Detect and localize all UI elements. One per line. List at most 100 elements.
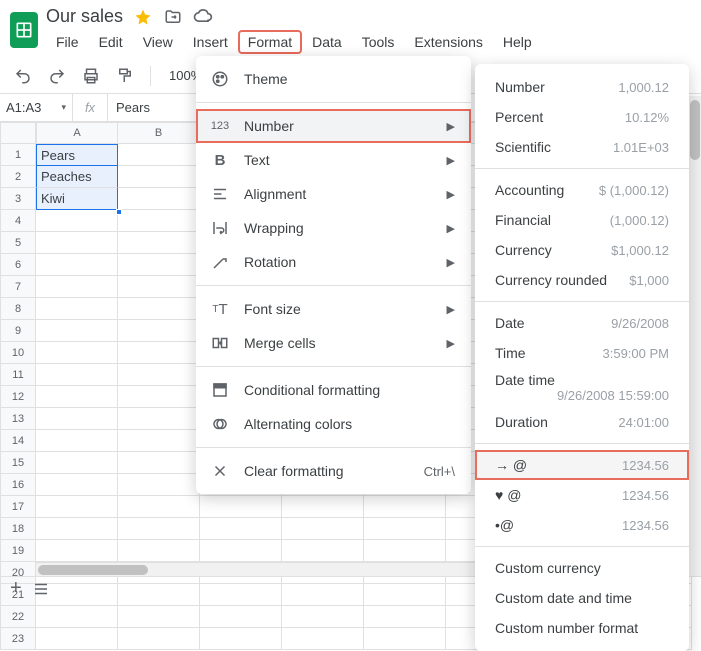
all-sheets-button[interactable] [32, 580, 50, 598]
number-format-financial[interactable]: Financial(1,000.12) [475, 205, 689, 235]
cell[interactable] [200, 518, 282, 540]
cell[interactable] [118, 606, 200, 628]
number-format-number[interactable]: Number1,000.12 [475, 72, 689, 102]
row-header-13[interactable]: 13 [0, 408, 36, 430]
row-header-17[interactable]: 17 [0, 496, 36, 518]
cell[interactable] [200, 606, 282, 628]
cell[interactable] [36, 320, 118, 342]
cell[interactable] [118, 276, 200, 298]
number-format-date-time[interactable]: Date time9/26/2008 15:59:00 [475, 368, 689, 407]
cell[interactable] [118, 342, 200, 364]
cell[interactable] [36, 452, 118, 474]
cell[interactable] [118, 518, 200, 540]
row-header-1[interactable]: 1 [0, 144, 36, 166]
redo-button[interactable] [44, 63, 70, 89]
row-header-14[interactable]: 14 [0, 430, 36, 452]
cell[interactable] [36, 540, 118, 562]
menu-file[interactable]: File [46, 30, 89, 54]
number-format--[interactable]: → @1234.56 [475, 450, 689, 480]
row-header-15[interactable]: 15 [0, 452, 36, 474]
cell[interactable] [118, 364, 200, 386]
cell[interactable] [118, 540, 200, 562]
cell[interactable] [36, 386, 118, 408]
row-header-9[interactable]: 9 [0, 320, 36, 342]
cell[interactable] [118, 188, 200, 210]
cell[interactable] [200, 628, 282, 650]
row-header-7[interactable]: 7 [0, 276, 36, 298]
format-font-size[interactable]: TTFont size▶ [196, 292, 471, 326]
menu-data[interactable]: Data [302, 30, 352, 54]
col-header-A[interactable]: A [36, 122, 118, 144]
cell[interactable] [118, 430, 200, 452]
number-format-accounting[interactable]: Accounting$ (1,000.12) [475, 175, 689, 205]
name-box[interactable]: A1:A3 [0, 100, 72, 115]
cell[interactable] [36, 474, 118, 496]
cell[interactable] [118, 166, 200, 188]
vertical-scrollbar[interactable] [687, 96, 701, 576]
row-header-23[interactable]: 23 [0, 628, 36, 650]
menu-insert[interactable]: Insert [183, 30, 238, 54]
number-format-currency-rounded[interactable]: Currency rounded$1,000 [475, 265, 689, 295]
row-header-5[interactable]: 5 [0, 232, 36, 254]
menu-tools[interactable]: Tools [352, 30, 405, 54]
format-alignment[interactable]: Alignment▶ [196, 177, 471, 211]
cell[interactable] [364, 606, 446, 628]
menu-view[interactable]: View [133, 30, 183, 54]
number-format-duration[interactable]: Duration24:01:00 [475, 407, 689, 437]
star-icon[interactable] [133, 7, 153, 27]
row-header-18[interactable]: 18 [0, 518, 36, 540]
cell[interactable] [36, 210, 118, 232]
cell[interactable] [36, 232, 118, 254]
cell[interactable] [282, 518, 364, 540]
format-merge-cells[interactable]: Merge cells▶ [196, 326, 471, 360]
row-header-3[interactable]: 3 [0, 188, 36, 210]
row-header-16[interactable]: 16 [0, 474, 36, 496]
document-title[interactable]: Our sales [46, 6, 123, 27]
cell[interactable] [36, 518, 118, 540]
cell[interactable] [118, 232, 200, 254]
format-theme[interactable]: Theme [196, 62, 471, 96]
cell[interactable]: Pears [36, 144, 118, 166]
number-format-custom-number-format[interactable]: Custom number format [475, 613, 689, 643]
cell[interactable] [282, 628, 364, 650]
row-header-4[interactable]: 4 [0, 210, 36, 232]
number-format-custom-currency[interactable]: Custom currency [475, 553, 689, 583]
cell[interactable] [364, 496, 446, 518]
undo-button[interactable] [10, 63, 36, 89]
format-number[interactable]: 123Number▶ [196, 109, 471, 143]
cell[interactable] [364, 628, 446, 650]
number-format-custom-date-and-time[interactable]: Custom date and time [475, 583, 689, 613]
format-wrapping[interactable]: Wrapping▶ [196, 211, 471, 245]
number-format-currency[interactable]: Currency$1,000.12 [475, 235, 689, 265]
menu-edit[interactable]: Edit [89, 30, 133, 54]
cell[interactable] [36, 628, 118, 650]
add-sheet-button[interactable]: + [10, 577, 22, 600]
format-alternating-colors[interactable]: Alternating colors [196, 407, 471, 441]
format-text[interactable]: BText▶ [196, 143, 471, 177]
selection-handle[interactable] [116, 209, 122, 215]
cloud-saved-icon[interactable] [193, 7, 213, 27]
cell[interactable] [118, 254, 200, 276]
cell[interactable] [282, 496, 364, 518]
cell[interactable] [118, 452, 200, 474]
number-format--[interactable]: •@1234.56 [475, 510, 689, 540]
row-header-19[interactable]: 19 [0, 540, 36, 562]
cell[interactable] [118, 474, 200, 496]
row-header-2[interactable]: 2 [0, 166, 36, 188]
cell[interactable] [364, 540, 446, 562]
cell[interactable] [36, 254, 118, 276]
cell[interactable] [282, 540, 364, 562]
format-rotation[interactable]: Rotation▶ [196, 245, 471, 279]
cell[interactable] [36, 364, 118, 386]
number-format--[interactable]: ♥ @1234.56 [475, 480, 689, 510]
cell[interactable] [118, 298, 200, 320]
cell[interactable] [118, 628, 200, 650]
cell[interactable] [118, 386, 200, 408]
cell[interactable] [282, 606, 364, 628]
row-header-22[interactable]: 22 [0, 606, 36, 628]
cell[interactable] [36, 408, 118, 430]
format-conditional-formatting[interactable]: Conditional formatting [196, 373, 471, 407]
number-format-scientific[interactable]: Scientific1.01E+03 [475, 132, 689, 162]
cell[interactable] [36, 276, 118, 298]
menu-help[interactable]: Help [493, 30, 542, 54]
